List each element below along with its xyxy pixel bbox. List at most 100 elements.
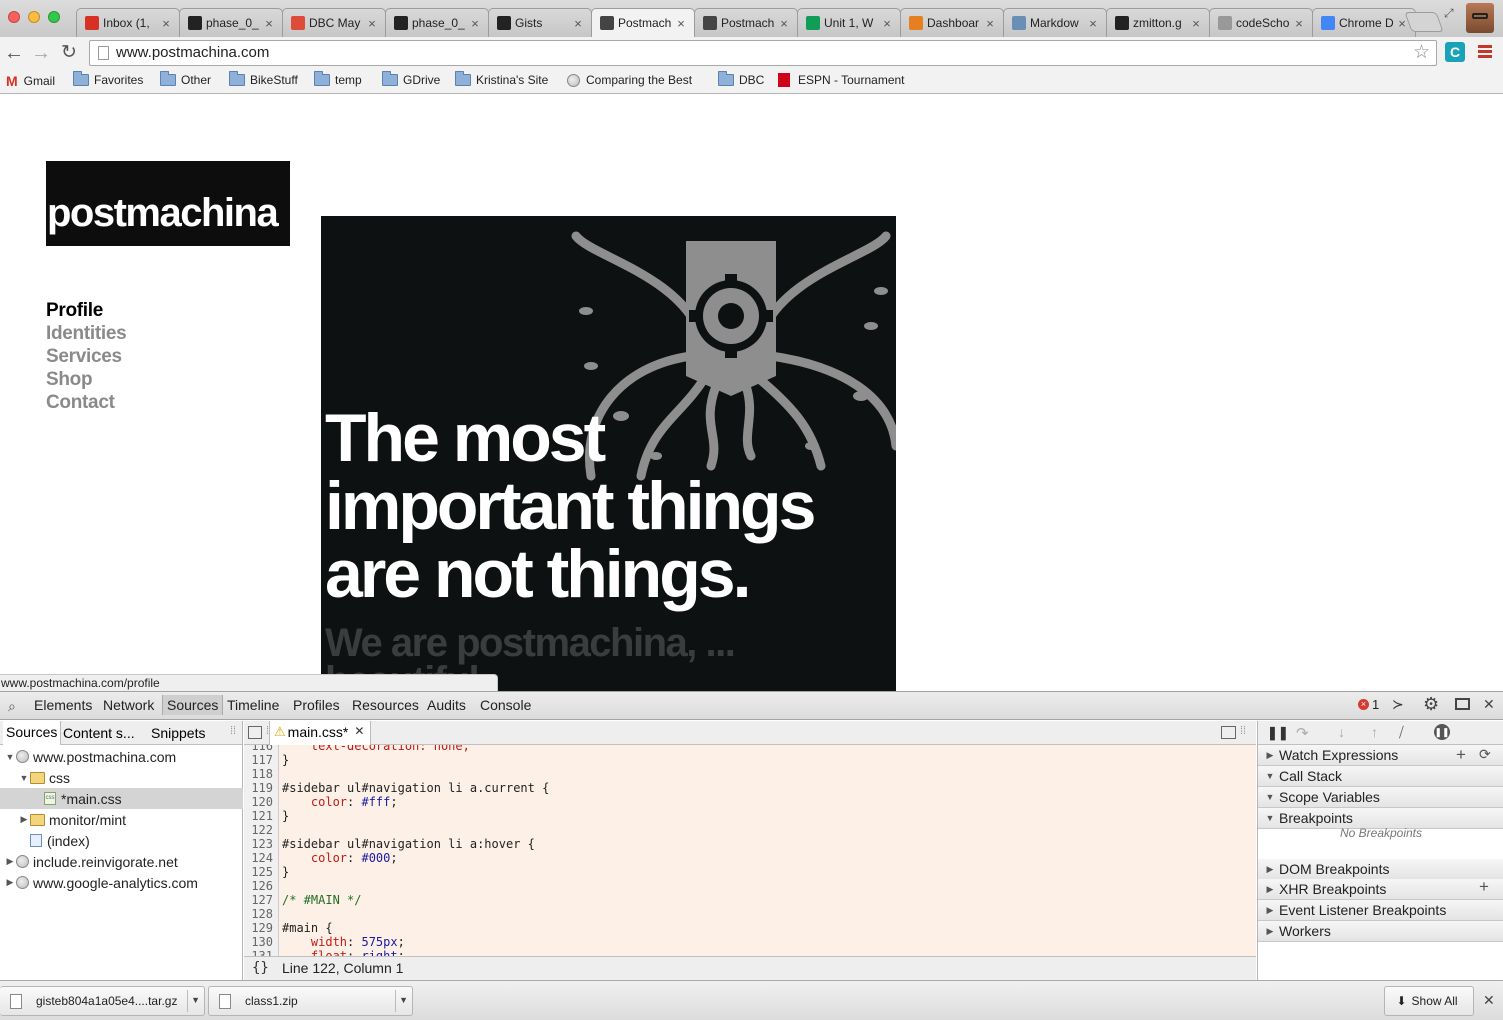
- browser-tab[interactable]: Markdow ×: [1003, 8, 1107, 37]
- collapsed-triangle-icon[interactable]: ▶: [4, 856, 16, 867]
- browser-tab[interactable]: Inbox (1, ×: [76, 8, 180, 37]
- pretty-print-icon[interactable]: {}: [252, 960, 269, 976]
- browser-tab[interactable]: Gists ×: [488, 8, 592, 37]
- extension-icon[interactable]: C: [1445, 42, 1465, 62]
- close-tab-icon[interactable]: ×: [262, 16, 276, 31]
- browser-tab[interactable]: Postmach ×: [591, 8, 695, 37]
- close-tab-icon[interactable]: ×: [1292, 16, 1306, 31]
- nav-link-shop[interactable]: Shop: [46, 369, 93, 391]
- bookmark-item[interactable]: Comparing the Best: [567, 73, 692, 87]
- bookmark-item[interactable]: BikeStuff: [229, 71, 298, 87]
- devtools-tab-profiles[interactable]: Profiles: [293, 697, 340, 713]
- sidebar-pane-scope-variables[interactable]: ▼ Scope Variables: [1258, 787, 1503, 808]
- reload-button[interactable]: ↻: [57, 41, 81, 65]
- show-all-downloads-button[interactable]: ⬇ Show All: [1384, 986, 1474, 1016]
- bookmark-item[interactable]: GDrive: [382, 71, 440, 87]
- profile-avatar[interactable]: [1466, 3, 1494, 33]
- tree-item[interactable]: ▶ include.reinvigorate.net: [0, 851, 243, 872]
- close-tab-icon[interactable]: ×: [674, 16, 688, 31]
- bookmark-item[interactable]: Favorites: [73, 71, 143, 87]
- deactivate-breakpoints-icon[interactable]: ⧸: [1399, 724, 1404, 741]
- close-downloads-icon[interactable]: ✕: [1483, 992, 1495, 1009]
- back-button[interactable]: ←: [2, 41, 26, 65]
- sidebar-pane-watch-expressions[interactable]: ▶ Watch Expressions: [1258, 745, 1503, 766]
- error-count-badge[interactable]: × 1: [1358, 697, 1379, 712]
- zoom-window-button[interactable]: [48, 11, 60, 23]
- close-tab-icon[interactable]: ×: [159, 16, 173, 31]
- devtools-tab-console[interactable]: Console: [480, 697, 531, 713]
- nav-link-contact[interactable]: Contact: [46, 392, 115, 414]
- browser-tab[interactable]: zmitton.g ×: [1106, 8, 1210, 37]
- bookmark-item[interactable]: M Gmail: [6, 73, 55, 89]
- close-editor-tab-icon[interactable]: ✕: [354, 724, 364, 738]
- tree-item[interactable]: ▶ monitor/mint: [0, 809, 243, 830]
- close-tab-icon[interactable]: ×: [1086, 16, 1100, 31]
- expanded-triangle-icon[interactable]: ▼: [18, 773, 30, 783]
- bookmark-item[interactable]: DBC: [718, 71, 764, 87]
- close-tab-icon[interactable]: ×: [365, 16, 379, 31]
- sidebar-pane-call-stack[interactable]: ▼ Call Stack: [1258, 766, 1503, 787]
- console-drawer-icon[interactable]: ≻: [1392, 696, 1404, 713]
- devtools-tab-sources[interactable]: Sources: [162, 695, 224, 715]
- step-out-icon[interactable]: ↑: [1371, 724, 1378, 740]
- nav-link-services[interactable]: Services: [46, 346, 122, 368]
- devtools-tab-elements[interactable]: Elements: [34, 697, 92, 713]
- collapsed-triangle-icon[interactable]: ▶: [18, 814, 30, 825]
- site-logo[interactable]: postmachina ®: [46, 161, 335, 246]
- sidebar-pane-xhr-breakpoints[interactable]: ▶ XHR Breakpoints: [1258, 879, 1503, 900]
- nav-link-identities[interactable]: Identities: [46, 323, 127, 345]
- dock-icon[interactable]: [1455, 698, 1470, 710]
- nav-link-profile[interactable]: Profile: [46, 300, 103, 322]
- devtools-tab-audits[interactable]: Audits: [427, 697, 466, 713]
- devtools-tab-network[interactable]: Network: [103, 697, 154, 713]
- step-into-icon[interactable]: ↓: [1338, 724, 1345, 740]
- sidebar-pane-event-listener-breakpoints[interactable]: ▶ Event Listener Breakpoints: [1258, 900, 1503, 921]
- address-bar[interactable]: www.postmachina.com ☆: [89, 40, 1437, 66]
- bookmark-item[interactable]: ESPN - Tournament: [778, 73, 905, 87]
- browser-tab[interactable]: Unit 1, W ×: [797, 8, 901, 37]
- collapsed-triangle-icon[interactable]: ▶: [4, 877, 16, 888]
- sidebar-resize-handle[interactable]: ⁞⁞: [230, 725, 236, 737]
- close-tab-icon[interactable]: ×: [777, 16, 791, 31]
- sidebar-pane-dom-breakpoints[interactable]: ▶ DOM Breakpoints: [1258, 859, 1503, 880]
- forward-button[interactable]: →: [29, 41, 53, 65]
- inspect-search-icon[interactable]: ⌕: [8, 698, 16, 715]
- toggle-debugger-icon[interactable]: [1221, 726, 1236, 739]
- browser-tab[interactable]: Dashboar ×: [900, 8, 1004, 37]
- expanded-triangle-icon[interactable]: ▼: [4, 752, 16, 762]
- code-area[interactable]: 116 text-decoration: none; 117} 118 119 #sid…: [244, 745, 1256, 956]
- bookmark-item[interactable]: temp: [314, 71, 362, 87]
- close-tab-icon[interactable]: ×: [880, 16, 894, 31]
- download-menu-arrow-icon[interactable]: ▼: [191, 995, 200, 1005]
- step-over-icon[interactable]: ↷: [1296, 724, 1309, 742]
- download-item[interactable]: gisteb804a1a05e4....tar.gz ▼: [0, 986, 205, 1016]
- browser-tab[interactable]: phase_0_ ×: [179, 8, 283, 37]
- bookmark-star-icon[interactable]: ☆: [1413, 41, 1430, 65]
- minimize-window-button[interactable]: [28, 11, 40, 23]
- navigator-tab-snippets[interactable]: Snippets: [151, 725, 205, 741]
- tree-item[interactable]: css *main.css: [0, 788, 243, 809]
- tree-item[interactable]: ▶ www.google-analytics.com: [0, 872, 243, 893]
- pause-icon[interactable]: ❚❚: [1267, 725, 1289, 741]
- tree-item[interactable]: (index): [0, 830, 243, 851]
- devtools-tab-resources[interactable]: Resources: [352, 697, 419, 713]
- navigator-tab-content-scripts[interactable]: Content s...: [63, 725, 135, 741]
- toggle-navigator-icon[interactable]: [248, 726, 262, 739]
- close-tab-icon[interactable]: ×: [983, 16, 997, 31]
- pause-on-exceptions-icon[interactable]: ❚❚: [1434, 724, 1450, 740]
- browser-tab[interactable]: DBC May ×: [282, 8, 386, 37]
- refresh-watch-icon[interactable]: ⟳: [1479, 746, 1491, 763]
- browser-tab[interactable]: Chrome D ×: [1312, 8, 1416, 37]
- new-tab-button[interactable]: [1404, 12, 1444, 32]
- close-tab-icon[interactable]: ×: [468, 16, 482, 31]
- download-item[interactable]: class1.zip ▼: [208, 986, 413, 1016]
- add-xhr-breakpoint-icon[interactable]: +: [1479, 877, 1489, 897]
- navigator-tab-sources[interactable]: Sources: [3, 721, 62, 745]
- menu-icon[interactable]: [1478, 45, 1492, 58]
- close-window-button[interactable]: [8, 11, 20, 23]
- sidebar-pane-workers[interactable]: ▶ Workers: [1258, 921, 1503, 942]
- editor-tab-main-css[interactable]: ⚠ main.css* ✕: [269, 721, 372, 746]
- bookmark-item[interactable]: Other: [160, 71, 211, 87]
- close-tab-icon[interactable]: ×: [571, 16, 585, 31]
- settings-gear-icon[interactable]: ⚙: [1423, 694, 1439, 715]
